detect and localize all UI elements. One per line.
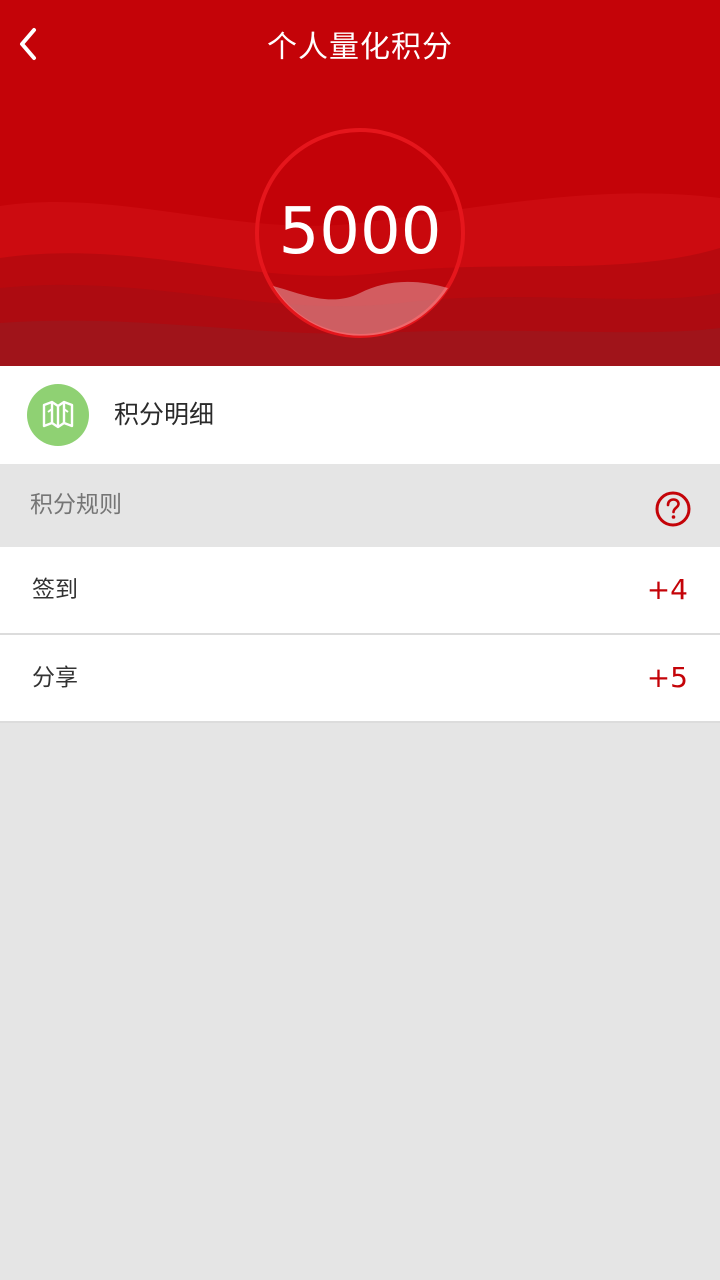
question-circle-icon[interactable] (655, 491, 691, 527)
app-header: 个人量化积分 (0, 0, 720, 88)
rule-row-signin: 签到 +4 (0, 547, 720, 635)
rule-points: +4 (646, 573, 688, 606)
map-icon (42, 400, 74, 429)
rules-section-header: 积分规则 (0, 464, 720, 547)
rule-name: 签到 (32, 577, 78, 603)
back-button[interactable] (6, 22, 50, 66)
score-value: 5000 (278, 195, 442, 269)
chevron-left-icon (20, 28, 36, 60)
points-detail-badge (27, 384, 89, 446)
page-title: 个人量化积分 (267, 30, 453, 65)
points-detail-label: 积分明细 (114, 400, 215, 429)
points-detail-row[interactable]: 积分明细 (0, 366, 720, 464)
rule-row-share: 分享 +5 (0, 635, 720, 723)
rule-name: 分享 (32, 665, 78, 691)
score-banner: 5000 (0, 88, 720, 366)
rules-title: 积分规则 (30, 492, 122, 518)
rule-points: +5 (646, 661, 688, 694)
